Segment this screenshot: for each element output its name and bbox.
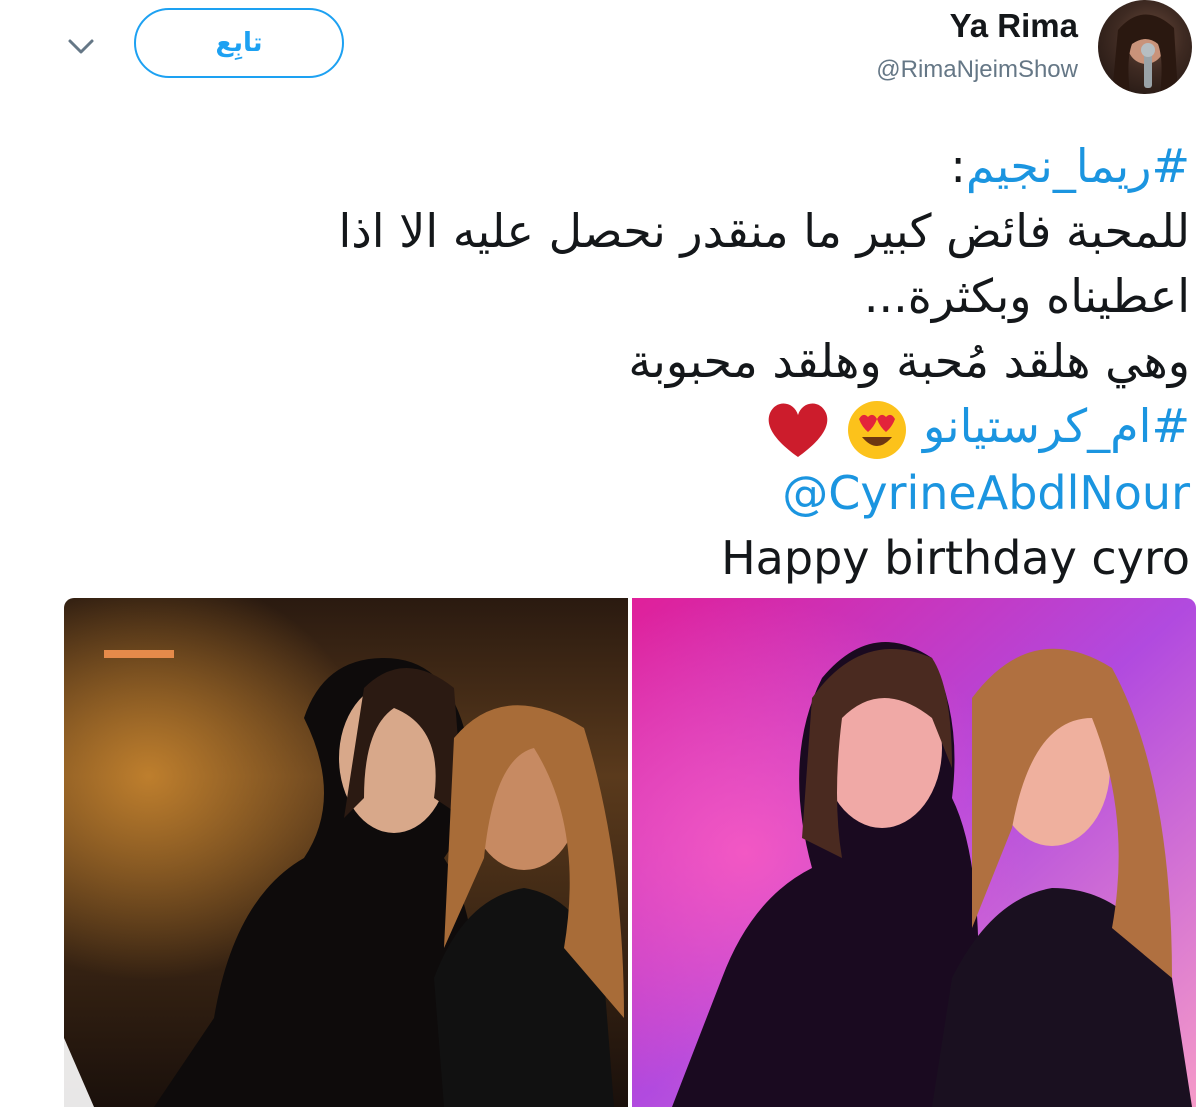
hashtag-link[interactable]: #ام_كرستيانو xyxy=(923,399,1190,453)
follow-button[interactable]: تابِع xyxy=(134,8,344,78)
profile-avatar-icon xyxy=(1112,14,1178,94)
tweet-line-3: اعطيناه وبكثرة... xyxy=(863,269,1190,323)
user-names: Ya Rima @RimaNjeimShow xyxy=(876,6,1078,84)
user-handle[interactable]: @RimaNjeimShow xyxy=(876,56,1078,84)
photo-left-image xyxy=(64,598,628,1107)
tweet-line-5: #ام_كرستيانو xyxy=(90,394,1190,461)
tweet-line-6: @CyrineAbdlNour xyxy=(90,461,1190,526)
tweet-line-1: #ريما_نجيم: xyxy=(950,139,1190,193)
mention-link[interactable]: @CyrineAbdlNour xyxy=(782,466,1190,520)
photo-right-image xyxy=(632,598,1196,1107)
tweet-line-2: للمحبة فائض كبير ما منقدر نحصل عليه الا … xyxy=(338,204,1190,258)
chevron-down-icon[interactable] xyxy=(64,30,98,64)
media-grid xyxy=(64,598,1196,1107)
hashtag-link[interactable]: #ريما_نجيم xyxy=(966,139,1190,193)
heart-eyes-emoji-icon xyxy=(848,400,907,459)
red-heart-emoji-icon xyxy=(768,402,828,457)
tweet-line-4: وهي هلقد مُحبة وهلقد محبوبة xyxy=(628,334,1190,388)
avatar[interactable] xyxy=(1098,0,1192,94)
tweet-text: #ريما_نجيم: للمحبة فائض كبير ما منقدر نح… xyxy=(90,134,1190,591)
tweet-line-7: Happy birthday cyro xyxy=(721,530,1190,585)
photo-right[interactable] xyxy=(632,598,1196,1107)
display-name[interactable]: Ya Rima xyxy=(876,6,1078,46)
photo-left[interactable] xyxy=(64,598,628,1107)
